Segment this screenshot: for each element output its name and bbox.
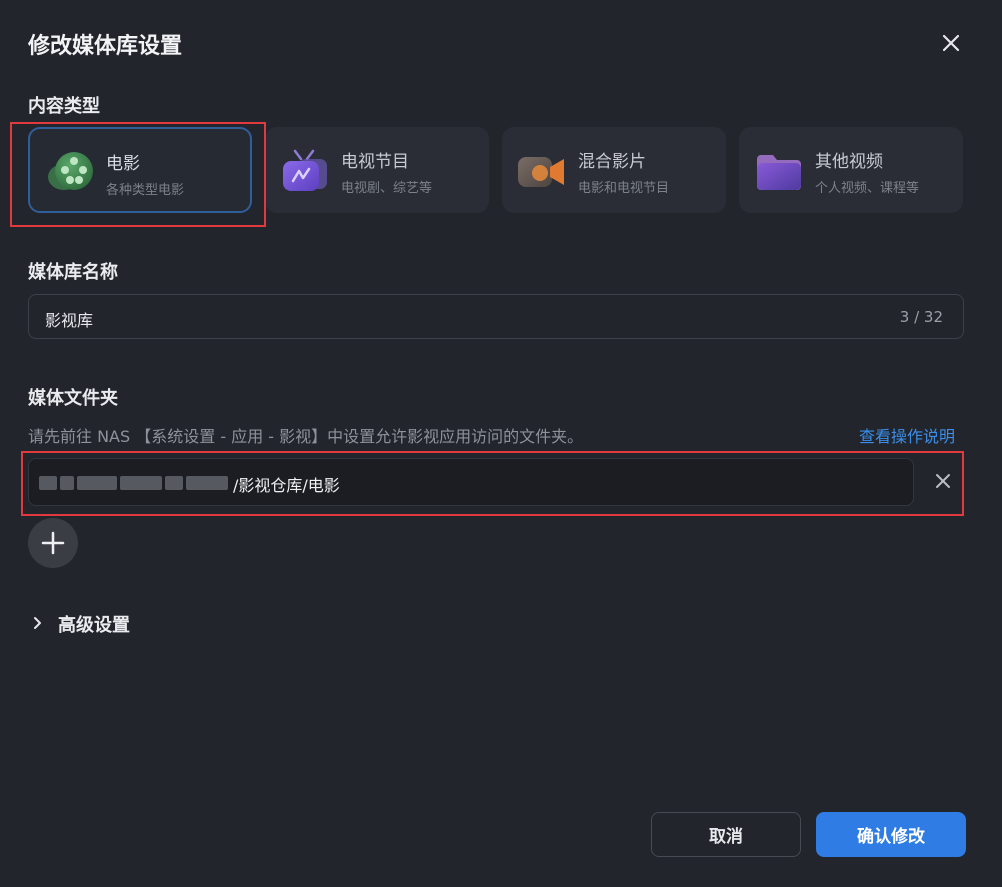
- library-name-input[interactable]: 影视库 3 / 32: [28, 294, 964, 339]
- edit-library-dialog: 修改媒体库设置 内容类型 电影 各种类型电影 电视节目 电视剧、综艺等 混合影片…: [0, 0, 1002, 887]
- type-name: 混合影片: [578, 152, 646, 172]
- remove-folder-icon[interactable]: [930, 468, 956, 494]
- dialog-title: 修改媒体库设置: [28, 34, 183, 59]
- type-card-other[interactable]: 其他视频 个人视频、课程等: [739, 127, 963, 213]
- folder-icon: [757, 155, 801, 190]
- type-desc: 个人视频、课程等: [815, 181, 920, 196]
- type-desc: 各种类型电影: [106, 183, 185, 198]
- redacted-path: [39, 473, 232, 493]
- library-name-label: 媒体库名称: [28, 262, 118, 283]
- chevron-right-icon: [34, 617, 41, 629]
- film-reel-icon: [48, 152, 93, 190]
- close-icon[interactable]: [938, 30, 964, 56]
- type-name: 电视节目: [341, 152, 409, 172]
- content-type-label: 内容类型: [28, 96, 100, 117]
- type-desc: 电视剧、综艺等: [341, 181, 433, 196]
- folder-hint: 请先前往 NAS 【系统设置 - 应用 - 影视】中设置允许影视应用访问的文件夹…: [28, 427, 584, 446]
- advanced-settings-label: 高级设置: [58, 615, 130, 636]
- add-folder-button[interactable]: [28, 518, 78, 568]
- type-card-tv[interactable]: 电视节目 电视剧、综艺等: [265, 127, 489, 213]
- type-card-movie[interactable]: 电影 各种类型电影: [28, 127, 252, 213]
- folder-path-field[interactable]: /影视仓库/电影: [28, 458, 914, 506]
- type-name: 其他视频: [815, 152, 883, 172]
- type-card-mixed[interactable]: 混合影片 电影和电视节目: [502, 127, 726, 213]
- media-folder-label: 媒体文件夹: [28, 388, 118, 409]
- video-camera-icon: [518, 157, 564, 187]
- confirm-button[interactable]: 确认修改: [816, 812, 966, 857]
- tv-icon: [283, 149, 327, 191]
- folder-path-value: /影视仓库/电影: [233, 476, 340, 495]
- plus-icon: [41, 531, 65, 555]
- help-link[interactable]: 查看操作说明: [859, 423, 955, 447]
- cancel-button[interactable]: 取消: [651, 812, 801, 857]
- library-name-value[interactable]: 影视库: [45, 307, 93, 331]
- char-counter: 3 / 32: [899, 308, 943, 326]
- type-name: 电影: [106, 154, 140, 174]
- type-desc: 电影和电视节目: [578, 181, 670, 196]
